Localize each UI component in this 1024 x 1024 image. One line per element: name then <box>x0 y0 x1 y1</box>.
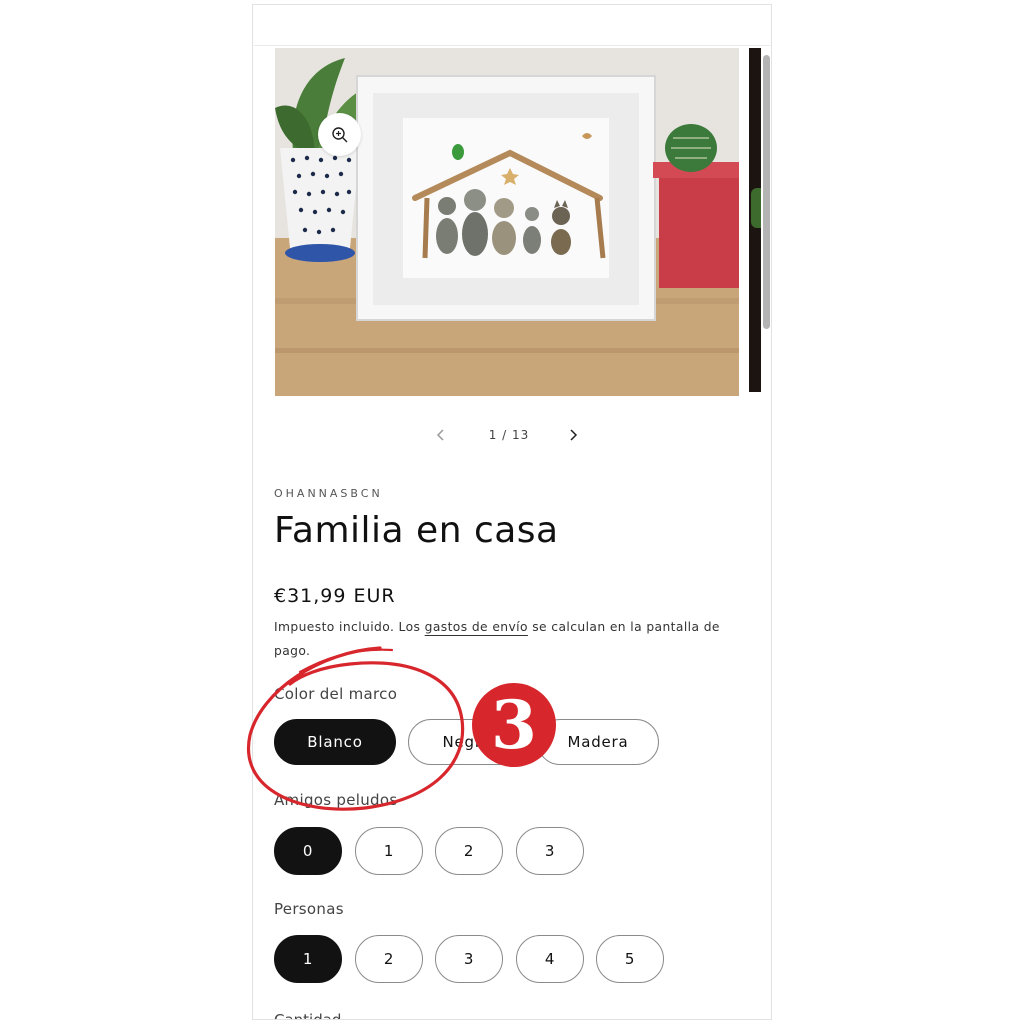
people-label: Personas <box>274 900 344 918</box>
image-pager: 1 / 13 <box>253 425 771 445</box>
quantity-label: Cantidad <box>274 1011 342 1020</box>
people-option-4[interactable]: 4 <box>516 935 584 983</box>
chevron-left-icon <box>436 429 444 441</box>
pets-option-3[interactable]: 3 <box>516 827 584 875</box>
option-blanco[interactable]: Blanco <box>274 719 396 765</box>
shipping-link[interactable]: gastos de envío <box>425 620 528 634</box>
product-page: 1 / 13 OHANNASBCN Familia en casa €31,99… <box>252 4 772 1020</box>
tax-note: Impuesto incluido. Los gastos de envío s… <box>274 615 734 663</box>
zoom-in-icon <box>332 127 348 143</box>
people-option-1[interactable]: 1 <box>274 935 342 983</box>
step-number-badge: 3 <box>472 683 556 767</box>
frame-color-label: Color del marco <box>274 685 398 703</box>
pager-count: 1 / 13 <box>488 428 530 442</box>
next-image-button[interactable] <box>563 425 583 445</box>
product-title: Familia en casa <box>274 510 559 551</box>
scrollbar[interactable] <box>763 55 770 329</box>
product-price: €31,99 EUR <box>274 585 396 607</box>
previous-image-button[interactable] <box>431 425 451 445</box>
people-option-3[interactable]: 3 <box>435 935 503 983</box>
product-photo <box>275 48 739 396</box>
vendor-name: OHANNASBCN <box>274 487 383 500</box>
people-option-2[interactable]: 2 <box>355 935 423 983</box>
pets-label: Amigos peludos <box>274 791 398 809</box>
next-image-peek[interactable] <box>749 48 761 392</box>
product-image[interactable] <box>275 48 739 396</box>
tax-note-text: Impuesto incluido. Los <box>274 620 425 634</box>
header-bar <box>253 5 771 46</box>
zoom-button[interactable] <box>318 113 361 156</box>
pets-option-1[interactable]: 1 <box>355 827 423 875</box>
people-option-5[interactable]: 5 <box>596 935 664 983</box>
pets-option-0[interactable]: 0 <box>274 827 342 875</box>
chevron-right-icon <box>570 429 578 441</box>
pets-option-2[interactable]: 2 <box>435 827 503 875</box>
